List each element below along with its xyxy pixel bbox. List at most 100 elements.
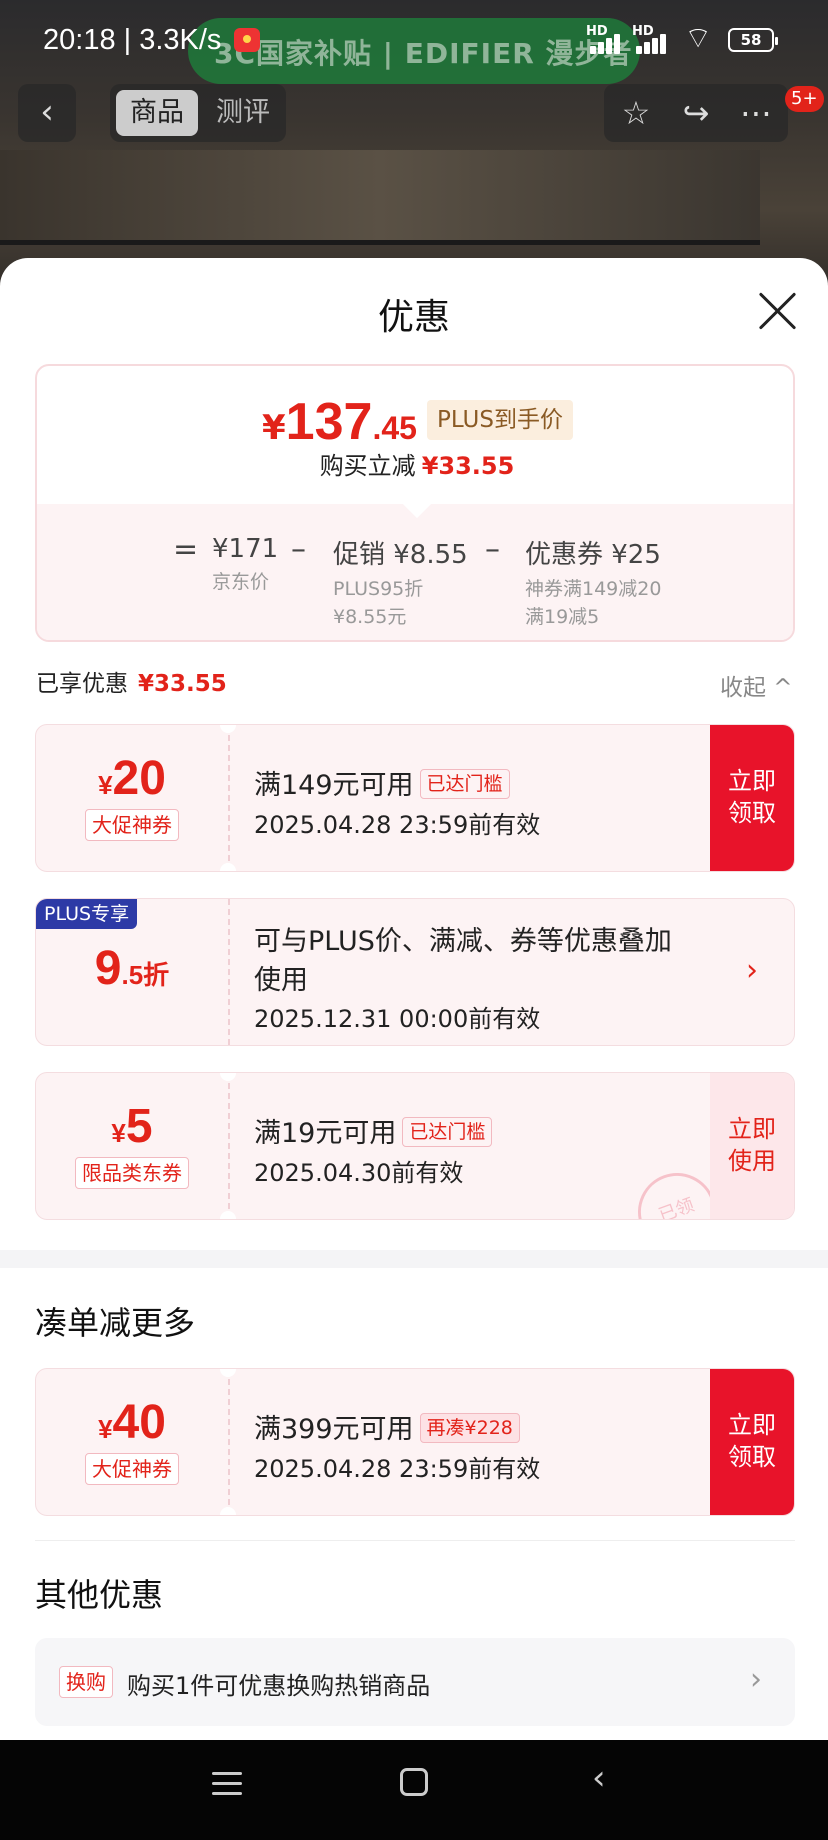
coupon-condition: 满19元可用 已达门槛: [254, 1111, 493, 1150]
coupon-card: ¥40 大促神券 满399元可用 再凑¥228 2025.04.28 23:59前…: [35, 1368, 795, 1516]
plus-exclusive-label: PLUS专享: [36, 899, 138, 929]
share-icon[interactable]: ↪: [666, 84, 726, 142]
threshold-badge: 再凑¥228: [419, 1413, 520, 1443]
tab-product[interactable]: 商品: [116, 90, 198, 136]
trade-in-item[interactable]: 换购 购买1件可优惠换购热销商品 ›: [35, 1638, 795, 1726]
coupon-amount: ¥20: [36, 751, 228, 806]
sheet-title: 优惠: [377, 297, 450, 338]
discount-sheet: 优惠 ¥137.45 PLUS到手价 购买立减 ¥33.55 = ¥171 京东价…: [0, 258, 828, 1740]
coupon-discount: 优惠券 ¥25 神券满149减20 满19减5: [525, 534, 661, 631]
coupon-hole: [220, 1507, 236, 1515]
more-section-title: 凑单减更多: [35, 1304, 196, 1342]
promo-value: 促销 ¥8.55: [333, 540, 468, 570]
back-nav-icon[interactable]: ‹: [592, 1758, 606, 1798]
coupon-validity: 2025.12.31 00:00前有效: [254, 1005, 541, 1033]
coupon-divider: [228, 1073, 230, 1219]
promo-sub2: ¥8.55元: [333, 606, 407, 628]
menu-icon[interactable]: [212, 1768, 242, 1798]
chevron-left-icon: ‹: [40, 92, 54, 132]
signal-icon-2: [634, 30, 674, 54]
coupon-yen: ¥: [98, 1414, 113, 1444]
coupon-tag-text: 大促神券: [85, 809, 179, 841]
coupon-tag-text: 大促神券: [85, 1453, 179, 1485]
promo-sub1: PLUS95折: [333, 578, 424, 600]
plus-discount-amount: 9.5折: [36, 941, 228, 996]
coupon-amount-value: 5: [125, 1100, 153, 1153]
plus-discount-card[interactable]: PLUS专享 9.5折 可与PLUS价、满减、券等优惠叠加 使用 2025.12.…: [35, 898, 795, 1046]
coupon-divider: [228, 725, 230, 871]
coupon-hole: [220, 1369, 236, 1377]
plus-condition: 可与PLUS价、满减、券等优惠叠加 使用: [254, 919, 672, 997]
back-button[interactable]: ‹: [18, 84, 76, 142]
coupon-value: 优惠券 ¥25: [525, 540, 661, 570]
coupon-yen: ¥: [111, 1118, 126, 1148]
tab-review[interactable]: 测评: [206, 90, 280, 136]
threshold-badge: 已达门槛: [402, 1117, 493, 1147]
coupon-tag: 大促神券: [36, 809, 228, 841]
claim-line2: 领取: [728, 799, 776, 827]
coupon-card: ¥20 大促神券 满149元可用 已达门槛 2025.04.28 23:59前有效…: [35, 724, 795, 872]
equals-sign: =: [173, 532, 199, 567]
coupon-amount: ¥5: [36, 1099, 228, 1154]
coupon-sub1: 神券满149减20: [525, 578, 662, 600]
coupon-amount: ¥40: [36, 1395, 228, 1450]
jd-price-value: ¥171: [212, 534, 279, 564]
use-line2: 使用: [728, 1147, 776, 1175]
status-bar: 20:18 | 3.3K/s HD HD ⌔ 58: [0, 0, 828, 80]
battery-icon: 58: [728, 28, 778, 52]
coupon-hole: [220, 863, 236, 871]
screen-record-icon: [234, 28, 260, 52]
final-price-dec: .45: [372, 410, 417, 446]
plus-condition-line2: 使用: [254, 965, 308, 996]
claim-line1: 立即: [728, 1411, 776, 1439]
claim-button[interactable]: 立即 领取: [710, 1369, 794, 1515]
coupon-tag: 大促神券: [36, 1453, 228, 1485]
signal-icon: [588, 30, 628, 54]
claim-button[interactable]: 立即 领取: [710, 725, 794, 871]
coupon-hole: [220, 1073, 236, 1081]
instant-value: ¥33.55: [421, 452, 515, 480]
enjoyed-discount: 已享优惠 ¥33.55: [36, 664, 227, 698]
status-time: 20:18 | 3.3K/s: [43, 24, 222, 56]
star-icon[interactable]: ☆: [606, 84, 666, 142]
system-nav-bar: ‹: [0, 1740, 828, 1840]
section-divider: [35, 1540, 795, 1541]
use-button[interactable]: 立即 使用: [710, 1073, 794, 1219]
plus-discount-int: 9: [94, 942, 122, 995]
final-price-currency: ¥: [262, 408, 286, 448]
plus-discount-suffix: .5折: [121, 960, 170, 990]
final-price: ¥137.45: [262, 392, 417, 452]
coupon-card: ¥5 限品类东券 满19元可用 已达门槛 2025.04.30前有效 已领 立即使…: [35, 1072, 795, 1220]
collapse-button[interactable]: 收起 ^: [720, 668, 793, 702]
final-price-int: 137: [285, 393, 373, 451]
price-card: ¥137.45 PLUS到手价 购买立减 ¥33.55 = ¥171 京东价 – …: [35, 364, 795, 642]
coupon-condition-text: 满399元可用: [254, 1414, 414, 1445]
coupon-validity: 2025.04.28 23:59前有效: [254, 1455, 541, 1483]
home-icon[interactable]: [400, 1768, 428, 1796]
coupon-condition: 满399元可用 再凑¥228: [254, 1407, 520, 1446]
coupon-validity: 2025.04.28 23:59前有效: [254, 811, 541, 839]
minus-sign: –: [291, 532, 306, 567]
coupon-yen: ¥: [98, 770, 113, 800]
close-icon[interactable]: [755, 288, 801, 334]
claim-line1: 立即: [728, 767, 776, 795]
coupon-hole: [220, 725, 236, 733]
coupon-hole: [220, 1211, 236, 1219]
coupon-tag-text: 限品类东券: [75, 1157, 189, 1189]
minus-sign-2: –: [485, 532, 500, 567]
action-group: ☆ ↪ ⋯: [604, 84, 788, 142]
coupon-sub2: 满19减5: [525, 606, 600, 628]
instant-label: 购买立减: [319, 452, 416, 480]
tab-group: 商品 测评: [110, 84, 286, 142]
coupon-amount-value: 40: [112, 1396, 166, 1449]
jd-price-label: 京东价: [212, 571, 270, 593]
more-icon[interactable]: ⋯: [726, 84, 786, 142]
plus-condition-line1: 可与PLUS价、满减、券等优惠叠加: [254, 926, 672, 957]
product-image: [0, 150, 760, 245]
enjoyed-value: ¥33.55: [138, 671, 227, 697]
wifi-icon: ⌔: [684, 21, 713, 56]
plus-price-tag: PLUS到手价: [427, 400, 573, 440]
trade-in-tag: 换购: [59, 1666, 113, 1698]
chevron-right-icon: ›: [750, 1662, 762, 1697]
other-section-title: 其他优惠: [35, 1576, 164, 1614]
